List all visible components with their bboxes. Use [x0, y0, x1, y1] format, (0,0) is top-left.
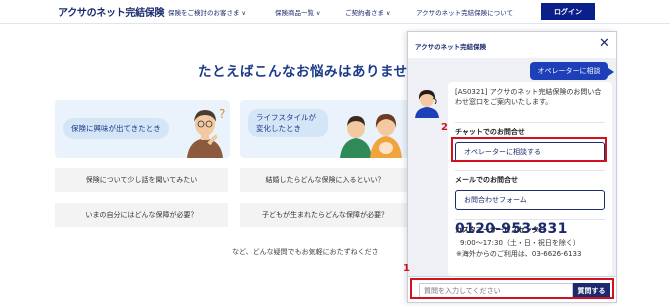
mail-inquiry-heading: メールでのお問合せ: [455, 176, 518, 184]
topic-card-lifestyle: ライフスタイルが変化したとき: [240, 100, 410, 158]
nav-label: 保険商品一覧: [275, 9, 314, 17]
divider: [455, 122, 605, 123]
topic-label: ライフスタイルが変化したとき: [248, 109, 328, 137]
svg-text:?: ?: [219, 107, 225, 121]
person-thinking-illustration: ?: [187, 107, 225, 158]
question-button-hear-about-insurance[interactable]: 保険について少し話を聞いてみたい: [55, 168, 228, 192]
phone-number: 0120-953-831: [455, 221, 568, 237]
nav-item-policyholders[interactable]: ご契約者さま ∨: [345, 7, 390, 17]
chevron-down-icon: ∨: [386, 10, 391, 17]
site-logo[interactable]: アクサのネット完結保険: [58, 4, 165, 19]
footnote-text: など、どんな疑問でもお気軽におたずねくださ: [232, 248, 379, 256]
nav-label: 保険をご検討のお客さま: [168, 9, 240, 17]
page-headline: たとえばこんなお悩みはありませ: [198, 64, 408, 80]
chat-panel: アクサのネット完結保険 ✕ オペレーターに相談 [AS0321] アクサのネット…: [407, 31, 617, 303]
chat-inquiry-heading: チャットでのお問合せ: [455, 128, 525, 136]
site-header: アクサのネット完結保険 保険をご検討のお客さま ∨ 保険商品一覧 ∨ ご契約者さま ∨…: [0, 0, 670, 24]
chat-title: アクサのネット完結保険: [415, 43, 487, 51]
family-illustration: [340, 114, 402, 158]
question-button-child-birth[interactable]: 子どもが生まれたらどんな保障が必要？: [240, 203, 410, 227]
login-button[interactable]: ログイン: [541, 3, 595, 20]
chevron-down-icon: ∨: [316, 10, 321, 17]
nav-item-prospective[interactable]: 保険をご検討のお客さま ∨: [168, 7, 246, 17]
operator-request-bubble: オペレーターに相談: [530, 62, 608, 80]
nav-label: ご契約者さま: [345, 9, 384, 17]
topic-label: 保険に興味が出てきたとき: [63, 118, 169, 139]
close-icon[interactable]: ✕: [599, 37, 611, 51]
annotation-number-1: 1: [403, 263, 410, 274]
topic-card-interest: 保険に興味が出てきたとき ?: [55, 100, 230, 158]
nav-item-about[interactable]: アクサのネット完結保険について: [416, 7, 513, 17]
chat-header: アクサのネット完結保険 ✕: [408, 32, 616, 58]
overseas-notice: ※海外からのご利用は、03-6626-6133: [456, 250, 582, 258]
nav-item-products[interactable]: 保険商品一覧 ∨: [275, 7, 320, 17]
chevron-down-icon: ∨: [241, 10, 246, 17]
inquiry-form-button[interactable]: お問合わせフォーム: [455, 190, 605, 210]
annotation-number-2: 2: [441, 122, 448, 133]
service-hours: 9:00〜17:30（土・日・祝日を除く）: [460, 239, 580, 247]
divider: [455, 170, 605, 171]
question-button-current-needs[interactable]: いまの自分にはどんな保障が必要？: [55, 203, 228, 227]
highlight-box-operator: [451, 137, 607, 162]
highlight-box-input: [410, 278, 614, 299]
divider: [455, 219, 605, 220]
bot-avatar-icon: [415, 90, 439, 118]
bubble-tail: [608, 68, 614, 76]
bot-message-text: [AS0321] アクサのネット完結保険のお問い合わせ窓口をご案内いたします。: [455, 88, 602, 106]
question-button-marriage[interactable]: 結婚したらどんな保険に入るといい？: [240, 168, 410, 192]
